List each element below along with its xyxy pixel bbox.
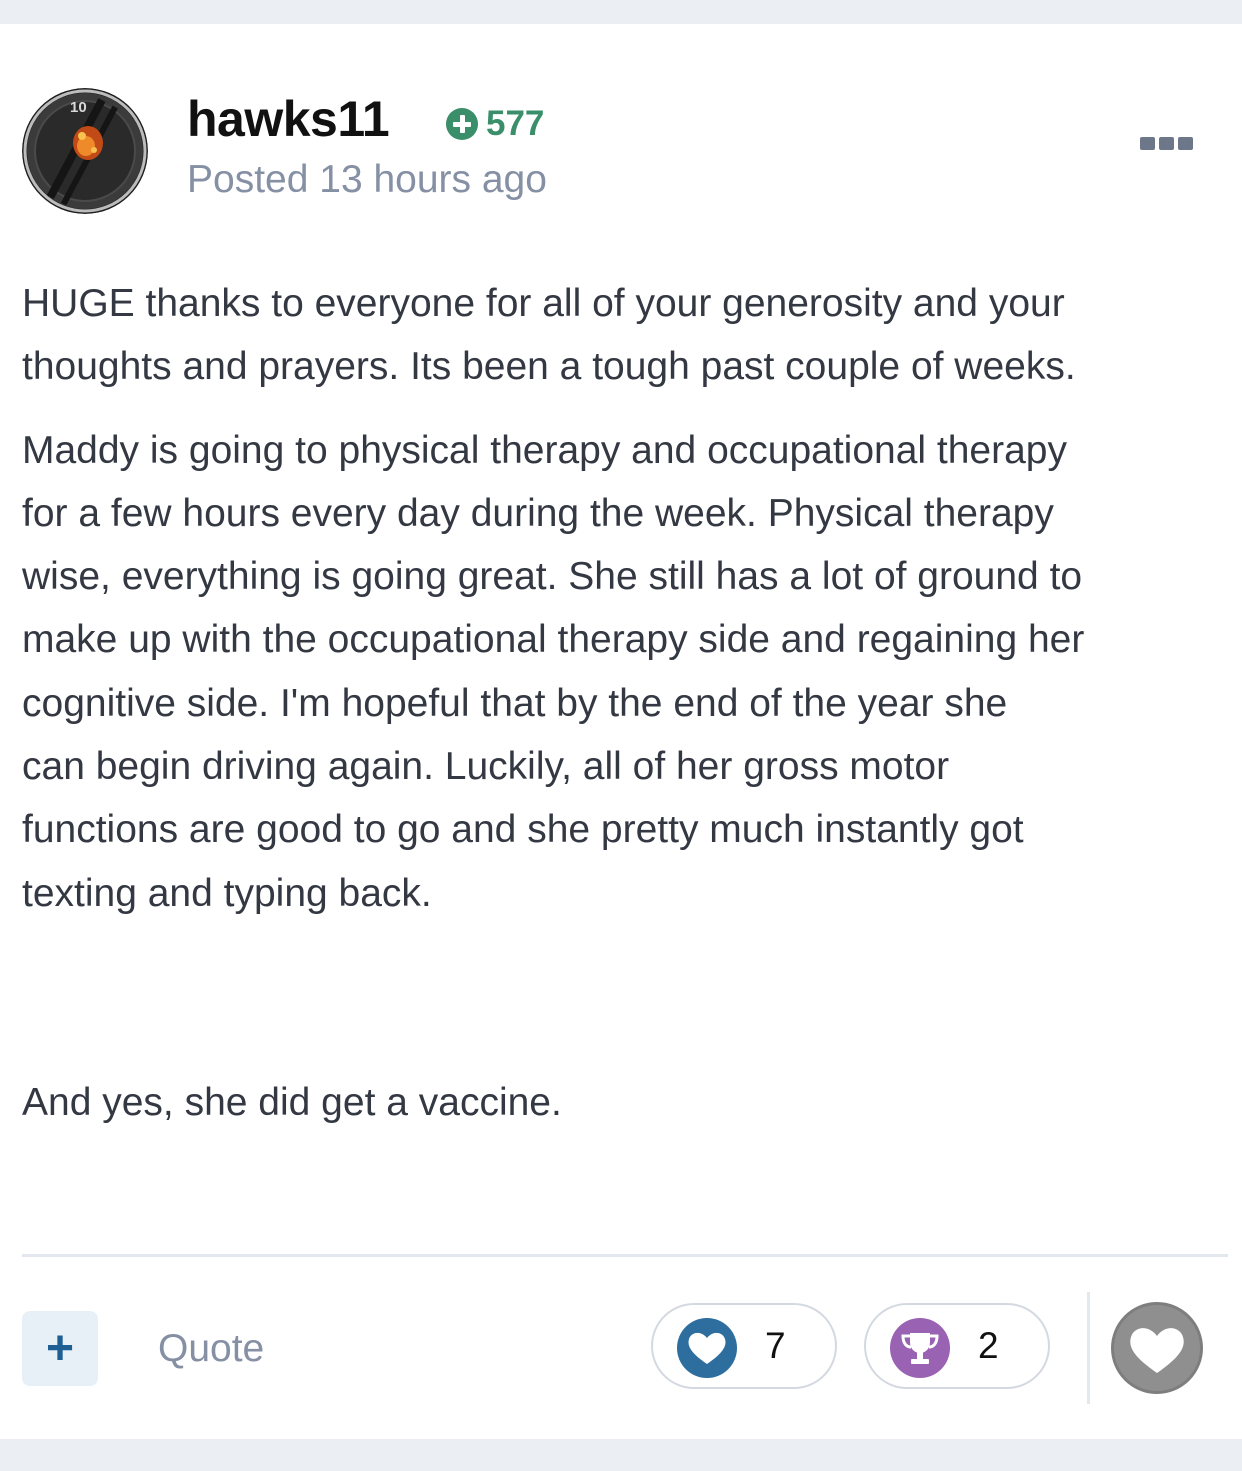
avatar-image: 10 — [22, 88, 148, 214]
menu-dot-icon — [1140, 137, 1155, 150]
trophy-icon — [890, 1318, 950, 1378]
post-text-line: make up with the occupational therapy si… — [22, 618, 1085, 662]
post-text-line: texting and typing back. — [22, 871, 432, 915]
post-timestamp[interactable]: Posted 13 hours ago — [187, 158, 547, 202]
menu-dot-icon — [1159, 137, 1174, 150]
post-text-line: functions are good to go and she pretty … — [22, 808, 1024, 852]
post-text-line: for a few hours every day during the wee… — [22, 491, 1054, 535]
post-text-line: can begin driving again. Luckily, all of… — [22, 745, 950, 789]
more-options-menu-button[interactable] — [1140, 137, 1193, 150]
post-text-line: cognitive side. I'm hopeful that by the … — [22, 681, 1008, 725]
multiquote-add-button[interactable]: + — [22, 1311, 98, 1386]
user-avatar[interactable]: 10 — [22, 88, 148, 214]
post-text-line: thoughts and prayers. Its been a tough p… — [22, 345, 1076, 389]
post-body: HUGE thanks to everyone for all of your … — [22, 272, 1242, 1134]
post-card: 10 hawks11 577 Posted 13 hours ago HUGE … — [0, 24, 1242, 1439]
post-footer-divider — [22, 1254, 1228, 1257]
post-text-line: Maddy is going to physical therapy and o… — [22, 428, 1067, 472]
reaction-count: 7 — [765, 1325, 786, 1366]
post-text-line: HUGE thanks to everyone for all of your … — [22, 282, 1065, 325]
username-link[interactable]: hawks11 — [187, 90, 390, 148]
reputation-count: 577 — [486, 104, 545, 143]
quote-button[interactable]: Quote — [158, 1327, 264, 1371]
react-button[interactable] — [1111, 1302, 1203, 1394]
reaction-separator — [1087, 1292, 1090, 1404]
post-paragraph: HUGE thanks to everyone for all of your … — [22, 272, 1242, 399]
menu-dot-icon — [1178, 137, 1193, 150]
reaction-count: 2 — [978, 1325, 999, 1366]
post-text-line: And yes, she did get a vaccine. — [22, 1080, 562, 1124]
reaction-like-count[interactable]: 7 — [651, 1303, 837, 1389]
heart-icon — [677, 1318, 737, 1378]
post-text-line: wise, everything is going great. She sti… — [22, 555, 1083, 599]
reputation-badge[interactable]: 577 — [446, 104, 544, 144]
avatar-badge-text: 10 — [70, 99, 87, 116]
post-paragraph: And yes, she did get a vaccine. — [22, 1071, 1242, 1134]
plus-circle-icon — [446, 108, 478, 140]
post-paragraph: Maddy is going to physical therapy and o… — [22, 419, 1242, 925]
plus-icon: + — [45, 1322, 75, 1375]
heart-icon — [1130, 1328, 1184, 1373]
reaction-thanks-count[interactable]: 2 — [864, 1303, 1050, 1389]
